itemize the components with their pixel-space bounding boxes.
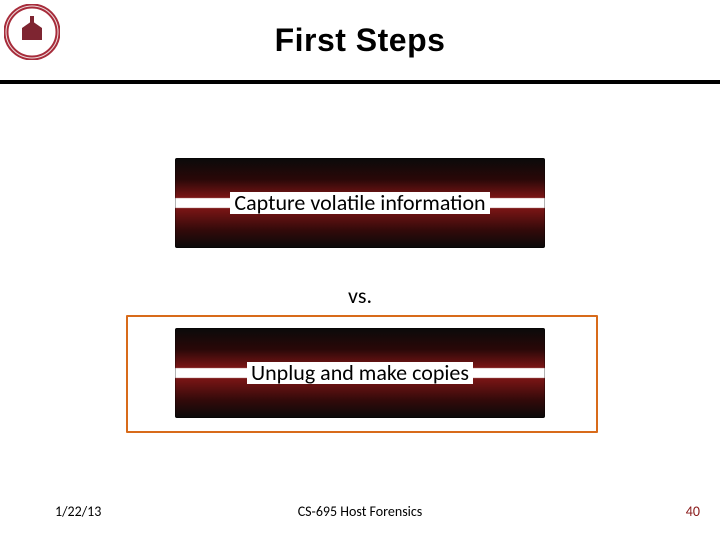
title-underline: [0, 80, 720, 84]
slide-title: First Steps: [0, 22, 720, 59]
footer-course: CS-695 Host Forensics: [0, 503, 720, 520]
option-box-unplug-label: Unplug and make copies: [247, 362, 473, 384]
option-box-capture-label: Capture volatile information: [230, 192, 489, 214]
vs-label: vs.: [0, 282, 720, 309]
option-box-unplug: Unplug and make copies: [175, 328, 545, 418]
footer-page-number: 40: [686, 503, 700, 520]
option-box-capture: Capture volatile information: [175, 158, 545, 248]
